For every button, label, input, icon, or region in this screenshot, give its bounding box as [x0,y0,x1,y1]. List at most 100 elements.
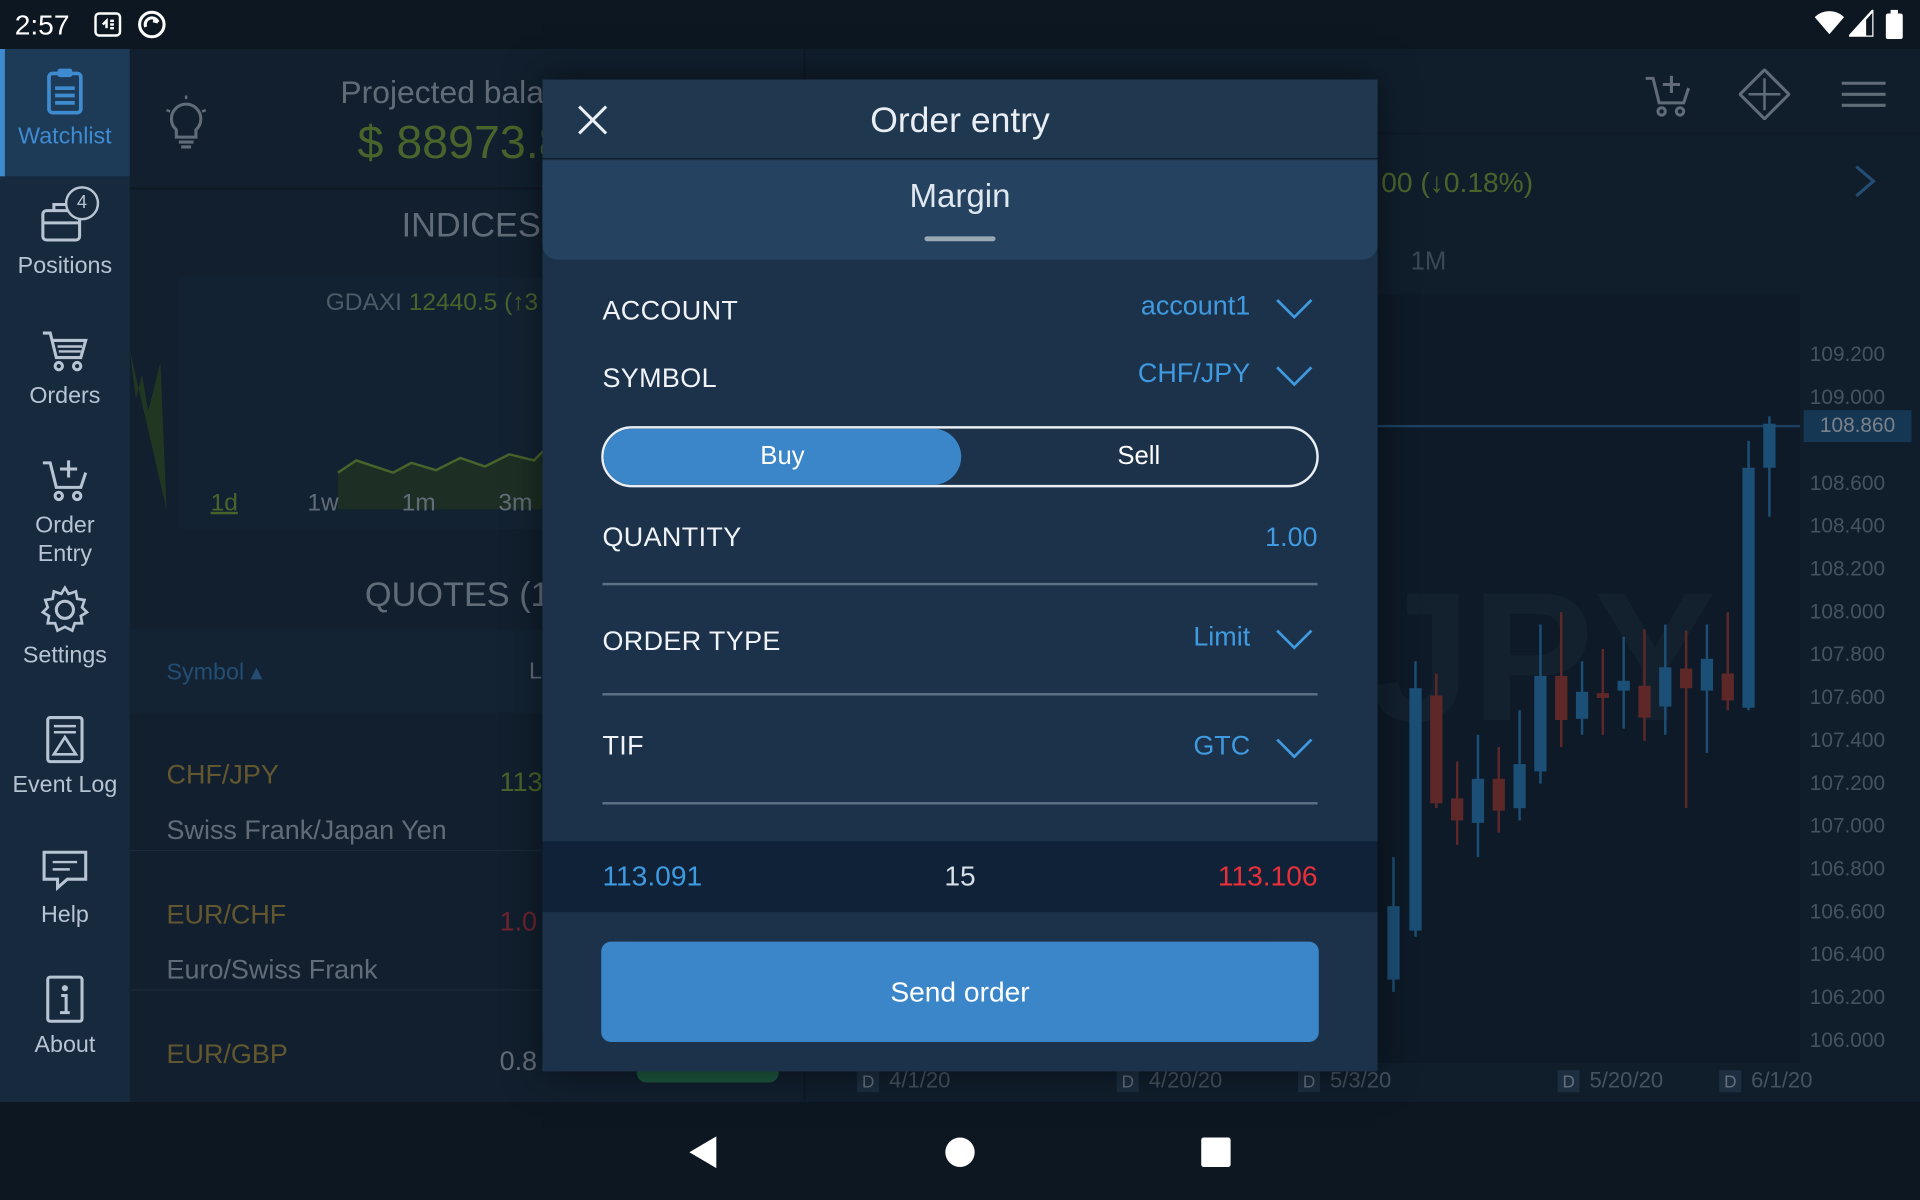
candle [1721,612,1734,711]
y-tick-label: 107.200 [1809,771,1886,795]
candle [1680,630,1693,809]
sidebar-item-label: Positions [17,253,113,280]
y-tick-label: 106.600 [1809,900,1886,924]
sidebar-item-about[interactable]: About [0,958,130,1085]
chat-icon [42,850,88,892]
candle [1430,673,1443,809]
divider [602,693,1318,696]
signal-icon [1848,9,1874,37]
y-tick-label: 108.200 [1809,557,1886,581]
chevron-down-icon[interactable] [1276,737,1313,759]
sidebar-item-label: Orders [29,383,101,409]
sidebar-item-order-entry[interactable]: Order Entry [0,438,130,582]
sidebar-item-label: Order Entry [35,513,95,567]
quote-value: 1.0 [499,906,538,937]
order-type-select[interactable]: Limit [1193,621,1250,653]
cart-icon [42,331,88,372]
candle [1513,710,1526,821]
symbol-column-header[interactable]: Symbol ▴ [167,659,263,687]
sidebar-item-label: Help [40,902,89,929]
lightbulb-icon[interactable] [164,95,208,150]
y-tick-label: 108.000 [1809,600,1886,624]
tab-margin[interactable]: Margin [542,178,1377,216]
sell-button[interactable]: Sell [961,429,1316,485]
clipboard-icon [47,68,83,115]
candle [1742,440,1755,711]
dialog-title: Order entry [870,101,1050,141]
info-icon [46,975,84,1023]
sidebar-item-event-log[interactable]: Event Log [0,698,130,825]
quote-value: 113 [499,766,543,798]
symbol-label: SYMBOL [602,362,717,394]
candle [1659,624,1672,735]
quotes-title: QUOTES (1 [364,575,550,614]
sidebar-item-label: About [34,1032,96,1058]
side-toggle: Buy Sell [601,426,1319,488]
send-order-button[interactable]: Send order [601,941,1319,1043]
tif-select[interactable]: GTC [1193,730,1250,762]
symbol-select[interactable]: CHF/JPY [1138,358,1250,390]
y-tick-label: 109.200 [1809,342,1886,367]
back-icon[interactable] [687,1134,719,1171]
sidebar-item-help[interactable]: Help [0,828,130,955]
last-column-header[interactable]: L [529,659,542,686]
recents-icon[interactable] [1200,1136,1232,1168]
x-tick-label: D 6/1/20 [1719,1068,1812,1094]
x-tick-label: D 4/20/20 [1116,1068,1222,1094]
ask-price[interactable]: 113.106 [1218,860,1318,893]
y-tick-label: 106.000 [1809,1028,1886,1052]
status-bar: 2:57 [0,0,1920,49]
y-tick-label: 107.600 [1809,685,1886,709]
y-tick-label: 109.000 [1809,385,1886,409]
candle [1387,857,1400,992]
order-entry-dialog: Order entry Margin ACCOUNT account1 SYMB… [542,79,1378,1072]
chevron-down-icon[interactable] [1276,298,1313,320]
account-label: ACCOUNT [602,295,739,326]
range-1d[interactable]: 1d [211,490,238,518]
candle [1638,629,1651,741]
dialog-header: Order entry [542,79,1378,160]
candle [1492,746,1505,833]
wifi-icon [1814,11,1845,35]
candle [1763,416,1776,517]
status-time: 2:57 [14,8,70,41]
battery-icon [1885,9,1903,40]
candle [1700,624,1714,754]
quote-description: Swiss Frank/Japan Yen [166,814,447,845]
y-tick-label: 106.200 [1809,985,1886,1009]
range-1w[interactable]: 1w [307,490,338,518]
x-tick-label: D 5/3/20 [1297,1068,1391,1094]
account-select[interactable]: account1 [1141,290,1250,322]
chevron-down-icon[interactable] [1276,365,1313,387]
sidebar-item-settings[interactable]: Settings [0,568,130,695]
y-tick-label: 106.400 [1809,942,1886,967]
quote-symbol: EUR/CHF [166,898,287,930]
candle [1617,636,1630,729]
y-tick-label: 106.800 [1809,857,1886,881]
divider [602,582,1318,586]
y-tick-label: 107.800 [1809,642,1886,667]
cart-plus-icon [42,460,88,502]
quantity-input[interactable]: 1.00 [1265,522,1317,554]
sidebar-item-positions[interactable]: 4 Positions [0,179,130,306]
sidebar-item-label: Watchlist [18,123,112,150]
quote-symbol: EUR/GBP [166,1038,288,1069]
projected-balance-value: $ 88973.8 [357,117,565,169]
divider [602,802,1318,805]
quote-description: Euro/Swiss Frank [166,953,378,985]
dialog-tabbar: Margin [542,160,1378,260]
range-3m[interactable]: 3m [498,490,532,518]
tif-label: TIF [602,729,644,761]
sidebar-item-orders[interactable]: Orders [0,309,130,436]
buy-button[interactable]: Buy [603,428,962,485]
tab-indicator [924,236,996,242]
index-quote: GDAXI 12440.5 (↑3 [325,288,539,316]
order-type-label: ORDER TYPE [602,625,781,657]
home-icon[interactable] [944,1136,976,1168]
chevron-down-icon[interactable] [1276,628,1313,650]
sidebar-item-watchlist[interactable]: Watchlist [0,48,130,177]
candle [1471,734,1485,858]
y-tick-label: 107.400 [1809,728,1886,752]
range-1m[interactable]: 1m [402,490,436,518]
candle [1596,648,1609,735]
